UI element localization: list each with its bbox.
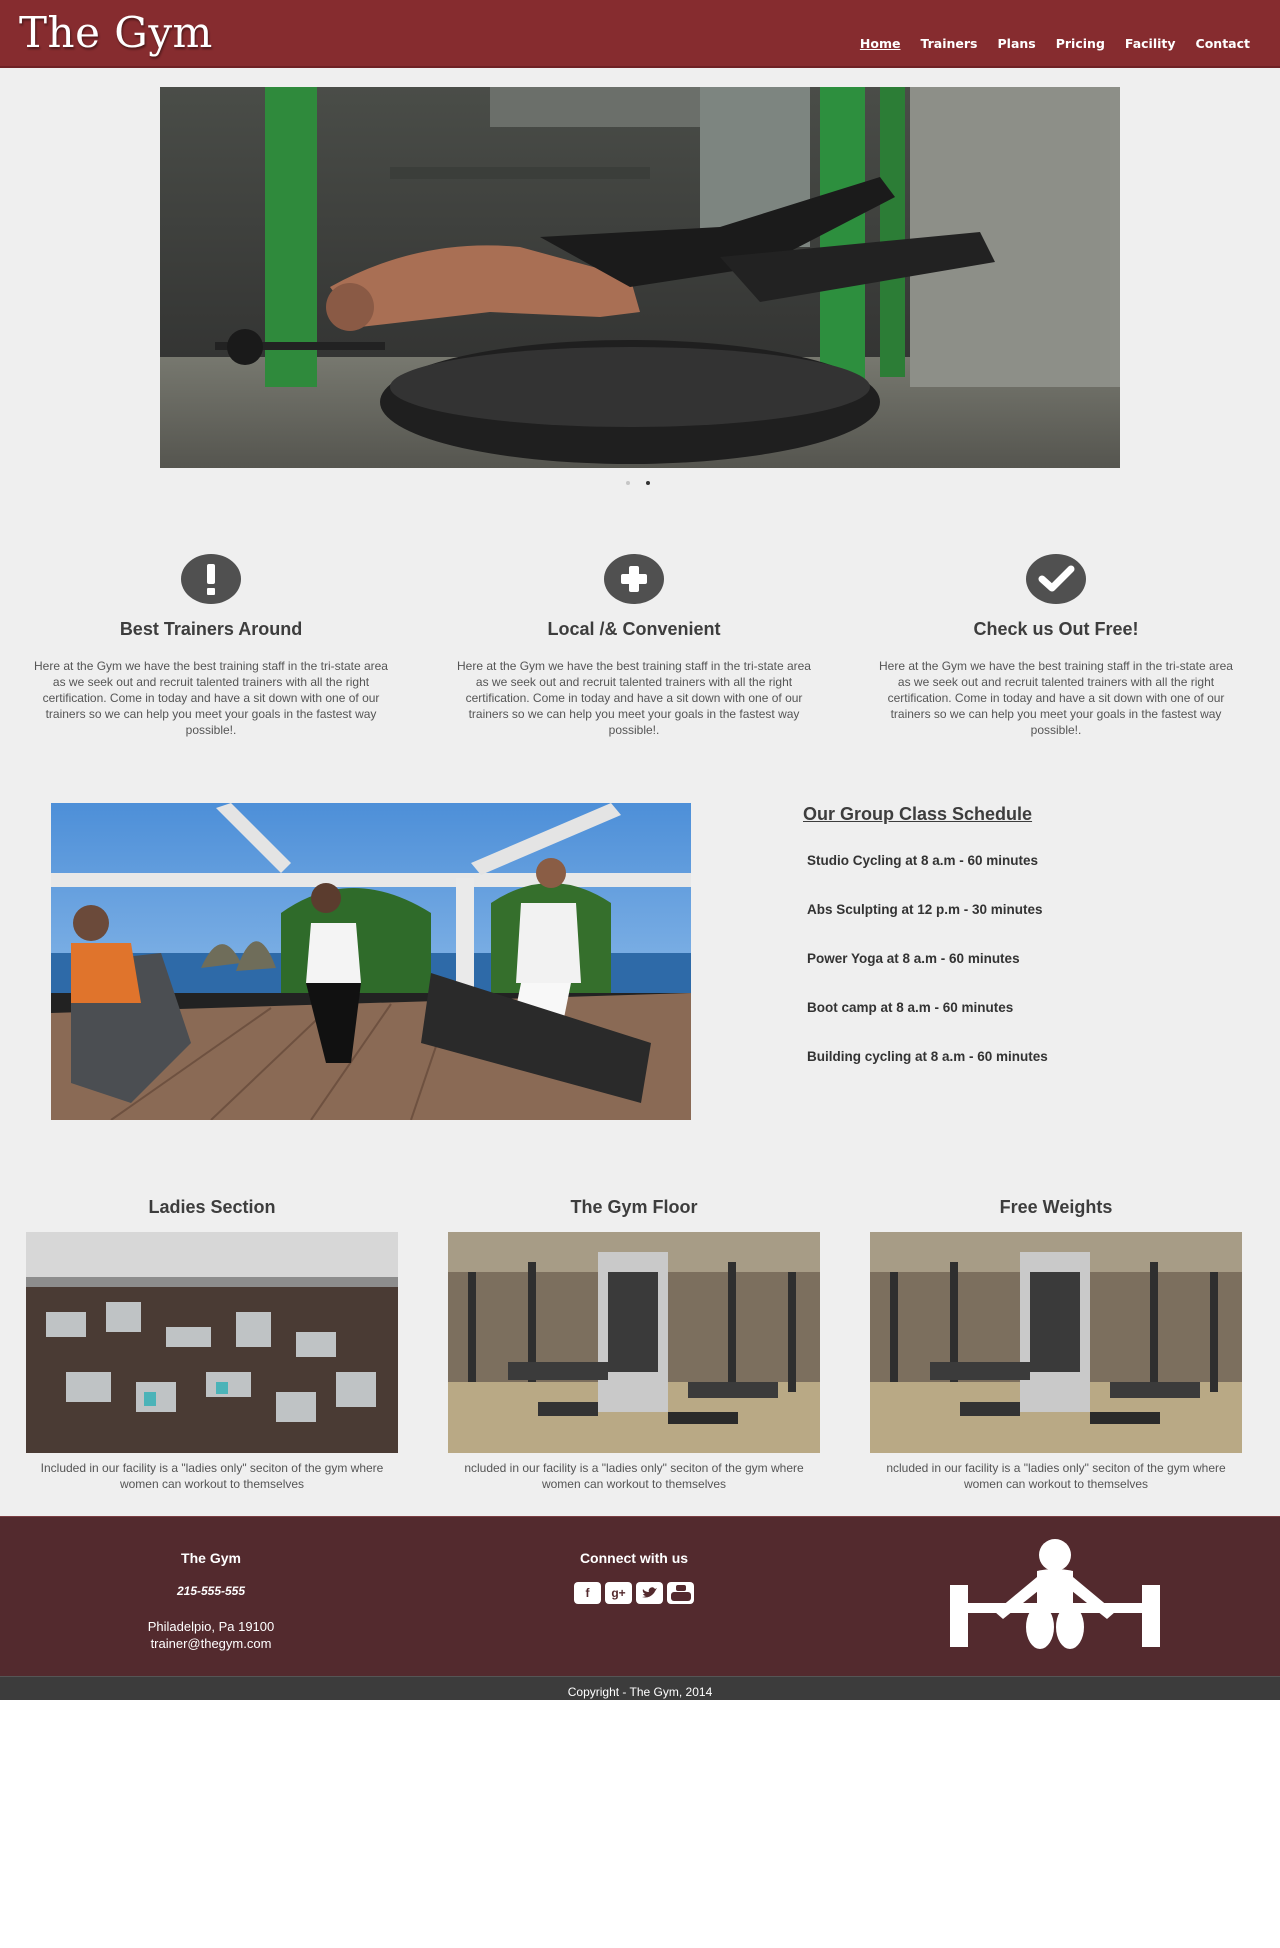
brand-logo[interactable]: The Gym: [19, 8, 213, 57]
site-footer: The Gym 215-555-555 Philadelpio, Pa 1910…: [0, 1516, 1280, 1676]
schedule-item: Building cycling at 8 a.m - 60 minutes: [807, 1049, 1048, 1064]
footer-contact-column: The Gym 215-555-555 Philadelpio, Pa 1910…: [41, 1550, 381, 1652]
footer-address: Philadelpio, Pa 19100: [147, 1619, 275, 1634]
nav-trainers[interactable]: Trainers: [920, 36, 977, 51]
hero-slider-image: [160, 87, 1120, 468]
schedule-item: Boot camp at 8 a.m - 60 minutes: [807, 1000, 1014, 1015]
footer-social-column: Connect with us f g+: [464, 1550, 804, 1604]
feature-check-us-out: Check us Out Free! Here at the Gym we ha…: [870, 554, 1242, 738]
slider-dot-2[interactable]: [646, 481, 650, 485]
feature-best-trainers: Best Trainers Around Here at the Gym we …: [25, 554, 397, 738]
main-nav: Home Trainers Plans Pricing Facility Con…: [840, 36, 1250, 51]
group-class-photo: [51, 803, 691, 1120]
feature-text: Here at the Gym we have the best trainin…: [457, 659, 811, 737]
social-icons: f g+: [464, 1582, 804, 1604]
schedule-item: Abs Sculpting at 12 p.m - 30 minutes: [807, 902, 1043, 917]
gym-floor-photo: [448, 1232, 820, 1453]
footer-phone[interactable]: 215-555-555: [41, 1584, 381, 1598]
schedule-item: Power Yoga at 8 a.m - 60 minutes: [807, 951, 1020, 966]
schedule-item: Studio Cycling at 8 a.m - 60 minutes: [807, 853, 1039, 868]
feature-text: Here at the Gym we have the best trainin…: [879, 659, 1233, 737]
facility-title: Ladies Section: [148, 1197, 276, 1217]
twitter-icon[interactable]: [636, 1582, 663, 1604]
youtube-icon[interactable]: [667, 1582, 694, 1604]
schedule-title[interactable]: Our Group Class Schedule: [803, 804, 1032, 825]
facility-free-weights: Free Weights ncluded in our facility is …: [870, 1197, 1242, 1492]
footer-connect-title: Connect with us: [579, 1550, 689, 1566]
slider-dot-1[interactable]: [626, 481, 630, 485]
facility-ladies-section: Ladies Section Included in our facility …: [26, 1197, 398, 1492]
nav-home[interactable]: Home: [860, 36, 901, 51]
site-header: The Gym Home Trainers Plans Pricing Faci…: [0, 0, 1280, 68]
exclamation-icon: [181, 554, 241, 604]
free-weights-photo: [870, 1232, 1242, 1453]
ladies-section-photo: [26, 1232, 398, 1453]
feature-title: Local /& Convenient: [547, 619, 721, 639]
feature-local-convenient: Local /& Convenient Here at the Gym we h…: [448, 554, 820, 738]
google-plus-icon[interactable]: g+: [605, 1582, 632, 1604]
facility-text: Included in our facility is a "ladies on…: [40, 1461, 384, 1491]
nav-contact[interactable]: Contact: [1196, 36, 1250, 51]
schedule-list: Studio Cycling at 8 a.m - 60 minutes Abs…: [807, 853, 1048, 1098]
facility-text: ncluded in our facility is a "ladies onl…: [464, 1461, 804, 1491]
copyright-bar: Copyright - The Gym, 2014: [0, 1676, 1280, 1700]
facility-title: Free Weights: [999, 1197, 1113, 1217]
feature-title: Check us Out Free!: [973, 619, 1139, 639]
nav-plans[interactable]: Plans: [998, 36, 1036, 51]
slider-dots: [626, 481, 666, 485]
facebook-icon[interactable]: f: [574, 1582, 601, 1604]
checkmark-icon: [1026, 554, 1086, 604]
footer-address-block: Philadelpio, Pa 19100 trainer@thegym.com: [41, 1618, 381, 1652]
facility-gym-floor: The Gym Floor ncluded in our facility is…: [448, 1197, 820, 1492]
feature-text: Here at the Gym we have the best trainin…: [34, 659, 388, 737]
footer-email[interactable]: trainer@thegym.com: [41, 1635, 381, 1652]
facility-text: ncluded in our facility is a "ladies onl…: [886, 1461, 1226, 1491]
footer-title: The Gym: [181, 1550, 241, 1566]
weightlifter-logo-icon: [945, 1537, 1165, 1661]
plus-icon: [604, 554, 664, 604]
facility-title: The Gym Floor: [570, 1197, 698, 1217]
nav-pricing[interactable]: Pricing: [1056, 36, 1105, 51]
nav-facility[interactable]: Facility: [1125, 36, 1176, 51]
feature-title: Best Trainers Around: [119, 619, 303, 639]
